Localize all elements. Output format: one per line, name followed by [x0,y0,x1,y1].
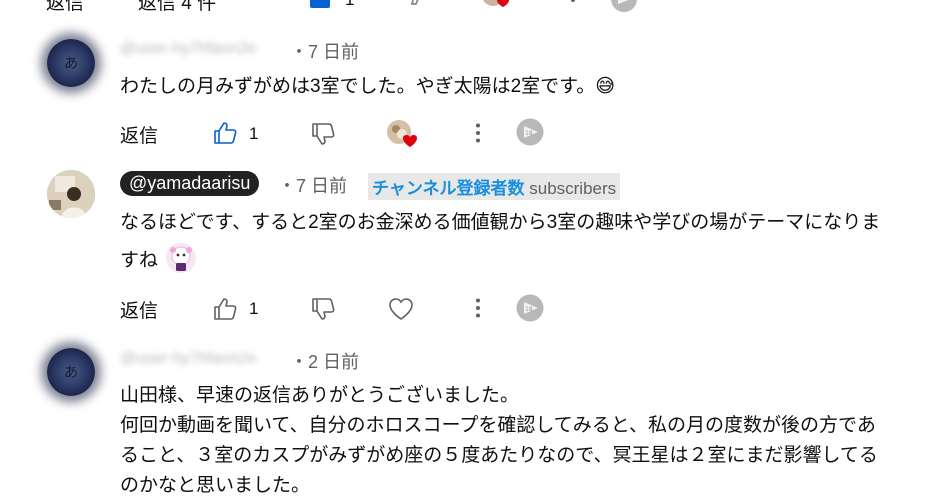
separator-dot: ・ [290,352,308,372]
avatar-glyph: あ [64,365,78,381]
comment-text: わたしの月みずがめは3室でした。やぎ太陽は2室です。😅 [120,76,616,97]
comment-author[interactable]: @user-hy7hfaon2e [120,40,256,58]
comment-text-line: なるほどです、すると2室のお金深める価値観から3室の趣味や学びの場がテーマになり… [120,212,881,233]
avatar[interactable]: あ [47,39,95,87]
comment-author[interactable]: @user-hy7hfaon2e [120,350,256,368]
avatar[interactable]: あ [47,348,95,396]
translate-icon[interactable]: 18 [516,294,544,322]
reply-button[interactable]: 返信 [46,0,84,15]
like-count: 1 [345,0,354,10]
like-count: 1 [249,299,259,318]
more-icon[interactable] [570,0,576,6]
reply-button[interactable]: 返信 [120,121,158,148]
comment-time-text: 7 日前 [296,176,348,196]
creator-heart-icon [387,119,419,151]
comment-text-line: ること、３室のカスプがみずがめ座の５度あたりなので、冥王星は２室にまだ影響してる [120,445,878,466]
heart-outline-icon[interactable] [388,297,414,321]
dislike-icon[interactable] [404,0,430,6]
badge-suffix: subscribers [529,179,617,198]
badge-label: チャンネル登録者数 [372,179,525,198]
more-icon[interactable] [475,298,481,318]
comment-text-tail: すね [120,250,159,271]
custom-emoji-icon [165,242,197,274]
chevron-up-icon: ⌃ [231,0,248,14]
comment-text-line: 何回か動画を聞いて、自分のホロスコープを確認してみると、私の月の度数が後の方であ [120,415,876,436]
comment-time[interactable]: ・7 日前 [278,172,347,198]
comment-text-line: すね [120,242,197,276]
creator-heart-icon [482,0,512,16]
dislike-icon[interactable] [311,298,335,320]
replies-toggle-label: 返信 4 件 [138,0,217,14]
comment-text: 山田様、早速の返信ありがとうございました。 何回か動画を聞いて、自分のホロスコー… [120,381,920,501]
separator-dot: ・ [278,176,296,196]
comment-time-text: 2 日前 [308,352,360,372]
avatar-glyph: あ [64,56,78,72]
like-count: 1 [249,124,259,143]
comment-text-line: 山田様、早速の返信ありがとうございました。 [120,385,520,406]
subscriber-badge: チャンネル登録者数 subscribers [368,173,621,200]
comment-time[interactable]: ・2 日前 [290,348,359,374]
replies-toggle[interactable]: 返信 4 件 ⌃ [138,0,247,15]
comment-time-text: 7 日前 [308,42,360,62]
comment-time[interactable]: ・7 日前 [290,38,359,64]
comment-text-line: のかなと思いました。 [120,475,311,496]
reply-button[interactable]: 返信 [120,296,158,323]
dislike-icon[interactable] [311,123,335,145]
translate-icon[interactable]: 18 [516,118,544,146]
svg-text:18: 18 [525,130,533,137]
avatar[interactable] [47,170,95,218]
like-icon[interactable] [213,298,237,320]
translate-icon[interactable] [611,0,637,12]
svg-text:18: 18 [525,306,533,313]
separator-dot: ・ [290,42,308,62]
creator-chip[interactable]: @yamadaarisu [120,171,260,196]
like-icon[interactable] [308,0,332,8]
more-icon[interactable] [475,123,481,143]
like-icon[interactable] [213,122,237,144]
